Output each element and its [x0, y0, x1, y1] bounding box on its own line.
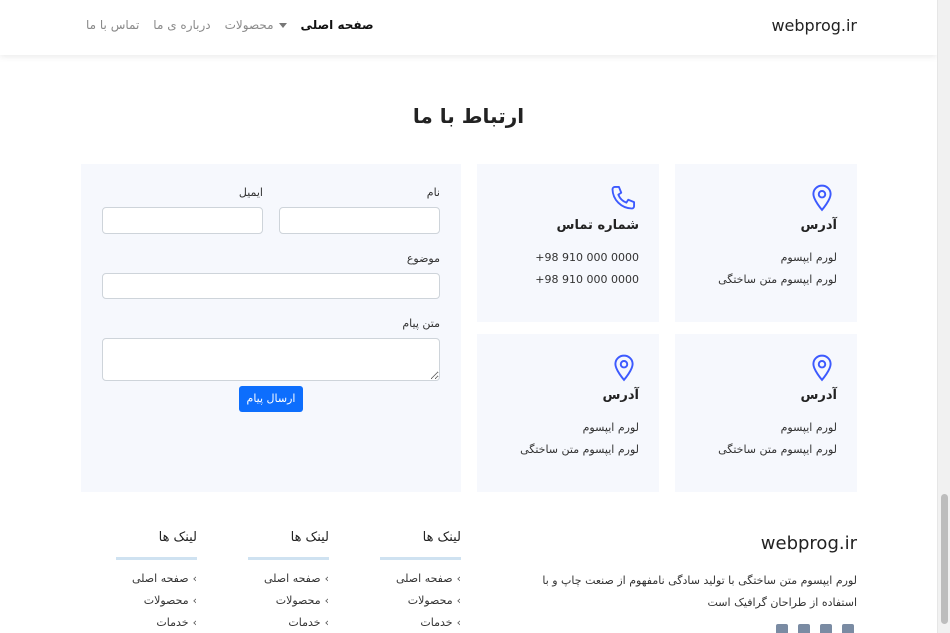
chevron-left-icon: › — [192, 594, 197, 607]
info-card-address: آدرس لورم ایپسوم لورم ایپسوم متن ساختگی — [675, 334, 857, 492]
phone-icon — [611, 185, 636, 210]
card-title: شماره تماس — [556, 218, 639, 233]
card-line: لورم ایپسوم — [582, 421, 639, 434]
name-input[interactable] — [279, 207, 440, 234]
footer-link[interactable]: ›محصولات — [116, 590, 197, 612]
message-textarea[interactable] — [102, 338, 440, 381]
footer-link[interactable]: ›محصولات — [248, 590, 329, 612]
navbar: webprog.ir صفحه اصلی محصولات درباره ی ما… — [0, 0, 937, 55]
footer-link[interactable]: ›صفحه اصلی — [380, 568, 461, 590]
chevron-left-icon: › — [456, 572, 461, 585]
chevron-left-icon: › — [456, 616, 461, 629]
footer-links-column: لینک ها ›صفحه اصلی ›محصولات ›خدمات — [116, 530, 197, 633]
message-label: متن پیام — [402, 317, 440, 330]
footer-links-column: لینک ها ›صفحه اصلی ›محصولات ›خدمات — [248, 530, 329, 633]
nav-item-contact[interactable]: تماس با ما — [86, 18, 139, 32]
footer-brand: webprog.ir — [760, 533, 857, 554]
footer-column-divider — [248, 557, 329, 560]
card-line: لورم ایپسوم — [780, 421, 837, 434]
scrollbar-thumb[interactable] — [941, 494, 948, 624]
facebook-icon[interactable] — [820, 624, 832, 633]
footer-link[interactable]: ›خدمات — [380, 612, 461, 633]
contact-form: نام ایمیل موضوع متن پیام ارسال پیام — [81, 164, 461, 492]
chevron-left-icon: › — [456, 594, 461, 607]
page-scrollbar[interactable] — [937, 0, 950, 633]
chevron-left-icon: › — [324, 572, 329, 585]
card-title: آدرس — [800, 388, 837, 403]
linkedin-icon[interactable] — [776, 624, 788, 633]
info-card-phone: شماره تماس +98 910 000 0000 +98 910 000 … — [477, 164, 659, 322]
social-links — [776, 624, 854, 633]
chevron-left-icon: › — [192, 572, 197, 585]
card-line: لورم ایپسوم متن ساختگی — [718, 443, 837, 456]
nav-menu: صفحه اصلی محصولات درباره ی ما تماس با ما — [86, 18, 374, 32]
info-card-address: آدرس لورم ایپسوم لورم ایپسوم متن ساختگی — [477, 334, 659, 492]
footer-link-label: محصولات — [275, 594, 321, 607]
map-pin-icon — [812, 184, 832, 212]
nav-item-about[interactable]: درباره ی ما — [153, 18, 210, 32]
footer-link[interactable]: ›صفحه اصلی — [248, 568, 329, 590]
footer-link-label: خدمات — [288, 616, 321, 629]
footer-column-divider — [380, 557, 461, 560]
footer-link[interactable]: ›خدمات — [248, 612, 329, 633]
chevron-left-icon: › — [324, 594, 329, 607]
card-line: +98 910 000 0000 — [535, 273, 639, 286]
info-card-address: آدرس لورم ایپسوم لورم ایپسوم متن ساختگی — [675, 164, 857, 322]
footer-column-title: لینک ها — [158, 530, 197, 545]
footer-link-list: ›صفحه اصلی ›محصولات ›خدمات — [380, 568, 461, 633]
instagram-icon[interactable] — [798, 624, 810, 633]
footer-link-label: صفحه اصلی — [131, 572, 189, 585]
footer-link[interactable]: ›صفحه اصلی — [116, 568, 197, 590]
footer-link-label: صفحه اصلی — [395, 572, 453, 585]
footer-link-label: خدمات — [420, 616, 453, 629]
footer-description-line: لورم ایپسوم متن ساختگی با تولید سادگی نا… — [542, 574, 857, 587]
twitter-icon[interactable] — [842, 624, 854, 633]
email-label: ایمیل — [238, 186, 263, 199]
email-input[interactable] — [102, 207, 263, 234]
navbar-brand[interactable]: webprog.ir — [771, 16, 857, 35]
subject-input[interactable] — [102, 273, 440, 299]
send-message-button[interactable]: ارسال پیام — [239, 386, 303, 412]
map-pin-icon — [614, 354, 634, 382]
card-line: لورم ایپسوم متن ساختگی — [520, 443, 639, 456]
footer-link-label: خدمات — [156, 616, 189, 629]
card-line: لورم ایپسوم متن ساختگی — [718, 273, 837, 286]
footer-link-label: محصولات — [407, 594, 453, 607]
page-title: ارتباط با ما — [412, 104, 525, 128]
card-line: لورم ایپسوم — [780, 251, 837, 264]
map-pin-icon — [812, 354, 832, 382]
chevron-left-icon: › — [324, 616, 329, 629]
footer-description-line: استفاده از طراحان گرافیک است — [707, 596, 858, 609]
footer-link[interactable]: ›محصولات — [380, 590, 461, 612]
card-title: آدرس — [800, 218, 837, 233]
footer-link-label: صفحه اصلی — [263, 572, 321, 585]
footer-links-column: لینک ها ›صفحه اصلی ›محصولات ›خدمات — [380, 530, 461, 633]
caret-down-icon — [278, 23, 287, 28]
footer-link-list: ›صفحه اصلی ›محصولات ›خدمات — [116, 568, 197, 633]
nav-item-products[interactable]: محصولات — [225, 18, 287, 32]
name-label: نام — [426, 186, 440, 199]
nav-item-products-label: محصولات — [224, 18, 274, 32]
card-title: آدرس — [602, 388, 639, 403]
footer-link-list: ›صفحه اصلی ›محصولات ›خدمات — [248, 568, 329, 633]
footer-link-label: محصولات — [143, 594, 189, 607]
subject-label: موضوع — [406, 252, 440, 265]
footer-column-divider — [116, 557, 197, 560]
nav-item-home[interactable]: صفحه اصلی — [301, 18, 374, 32]
card-line: +98 910 000 0000 — [535, 251, 639, 264]
footer-column-title: لینک ها — [290, 530, 329, 545]
footer-link[interactable]: ›خدمات — [116, 612, 197, 633]
footer-column-title: لینک ها — [422, 530, 461, 545]
chevron-left-icon: › — [192, 616, 197, 629]
